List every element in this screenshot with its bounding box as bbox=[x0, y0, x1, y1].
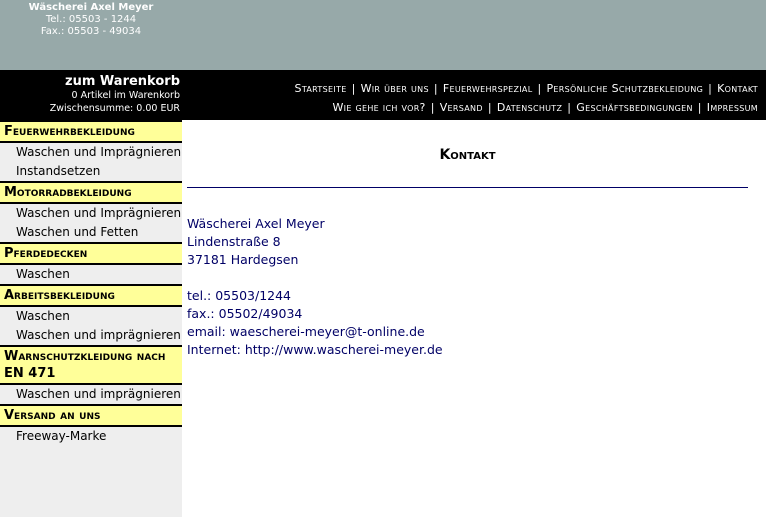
company-tel: Tel.: 05503 - 1244 bbox=[45, 14, 137, 25]
nav-separator: | bbox=[537, 82, 542, 95]
cart-items: 0 Artikel im Warenkorb bbox=[71, 90, 181, 101]
sidebar-item-waschen-impraegnieren[interactable]: Waschen und imprägnieren bbox=[0, 385, 182, 404]
contact-city: 37181 Hardegsen bbox=[187, 252, 299, 267]
contact-street: Lindenstraße 8 bbox=[187, 234, 281, 249]
sidebar-item-waschen-impraegnieren[interactable]: Waschen und imprägnieren bbox=[0, 326, 182, 345]
nav-versand[interactable]: Versand bbox=[440, 101, 483, 114]
nav-geschaeftsbedingungen[interactable]: Geschäftsbedingungen bbox=[576, 101, 692, 114]
cart-subtotal: Zwischensumme: 0.00 EUR bbox=[49, 103, 180, 114]
nav-impressum[interactable]: Impressum bbox=[707, 101, 758, 114]
nav-separator: | bbox=[697, 101, 702, 114]
nav-separator: | bbox=[430, 101, 435, 114]
category-warnschutzkleidung[interactable]: Warnschutzkleidung nach EN 471 bbox=[0, 345, 182, 385]
sidebar-item-waschen-impraegnieren[interactable]: Waschen und Imprägnieren bbox=[0, 204, 182, 223]
nav-separator: | bbox=[433, 82, 438, 95]
contact-tel: tel.: 05503/1244 bbox=[187, 288, 292, 303]
category-feuerwehrbekleidung[interactable]: Feuerwehrbekleidung bbox=[0, 120, 182, 143]
header: Wäscherei Axel Meyer Tel.: 05503 - 1244 … bbox=[0, 0, 766, 70]
category-pferdedecken[interactable]: Pferdedecken bbox=[0, 242, 182, 265]
main-content: Kontakt Wäscherei Axel Meyer Lindenstraß… bbox=[187, 120, 748, 359]
nav-datenschutz[interactable]: Datenschutz bbox=[497, 101, 562, 114]
category-versand-an-uns[interactable]: Versand an uns bbox=[0, 404, 182, 427]
category-arbeitsbekleidung[interactable]: Arbeitsbekleidung bbox=[0, 284, 182, 307]
contact-name: Wäscherei Axel Meyer bbox=[187, 216, 325, 231]
nav-separator: | bbox=[487, 101, 492, 114]
sidebar-item-waschen-fetten[interactable]: Waschen und Fetten bbox=[0, 223, 182, 242]
contact-fax: fax.: 05502/49034 bbox=[187, 306, 303, 321]
nav-separator: | bbox=[351, 82, 356, 95]
cart-box: zum Warenkorb 0 Artikel im Warenkorb Zwi… bbox=[0, 70, 182, 120]
nav-feuerwehrspezial[interactable]: Feuerwehrspezial bbox=[443, 82, 533, 95]
nav-wir-ueber-uns[interactable]: Wir über uns bbox=[361, 82, 429, 95]
nav-row-2: Wie gehe ich vor? | Versand | Datenschutz | Ge… bbox=[295, 98, 758, 117]
sidebar-item-waschen[interactable]: Waschen bbox=[0, 307, 182, 326]
nav-startseite[interactable]: Startseite bbox=[295, 82, 347, 95]
cart-link[interactable]: zum Warenkorb bbox=[0, 74, 180, 89]
contact-block: Wäscherei Axel Meyer Lindenstraße 8 3718… bbox=[187, 215, 748, 359]
company-fax: Fax.: 05503 - 49034 bbox=[40, 26, 142, 37]
contact-email: email: waescherei-meyer@t-online.de bbox=[187, 324, 425, 339]
sidebar-item-freeway-marke[interactable]: Freeway-Marke bbox=[0, 427, 182, 446]
nav-row-1: Startseite | Wir über uns | Feuerwehrspezial… bbox=[295, 79, 758, 98]
sidebar-item-waschen-impraegnieren[interactable]: Waschen und Imprägnieren bbox=[0, 143, 182, 162]
divider bbox=[187, 187, 748, 188]
sidebar-item-waschen[interactable]: Waschen bbox=[0, 265, 182, 284]
company-info: Wäscherei Axel Meyer Tel.: 05503 - 1244 … bbox=[0, 2, 182, 38]
sidebar: Feuerwehrbekleidung Waschen und Imprägni… bbox=[0, 120, 182, 517]
main-nav: Startseite | Wir über uns | Feuerwehrspezial… bbox=[295, 79, 758, 117]
nav-kontakt[interactable]: Kontakt bbox=[717, 82, 758, 95]
nav-wie-gehe-ich-vor[interactable]: Wie gehe ich vor? bbox=[333, 101, 426, 114]
nav-separator: | bbox=[567, 101, 572, 114]
company-name: Wäscherei Axel Meyer bbox=[28, 2, 154, 13]
category-motorradbekleidung[interactable]: Motorradbekleidung bbox=[0, 181, 182, 204]
page-title: Kontakt bbox=[439, 147, 496, 163]
nav-schutzbekleidung[interactable]: Persönliche Schutzbekleidung bbox=[546, 82, 703, 95]
sidebar-item-instandsetzen[interactable]: Instandsetzen bbox=[0, 162, 182, 181]
top-bar: zum Warenkorb 0 Artikel im Warenkorb Zwi… bbox=[0, 70, 766, 120]
nav-separator: | bbox=[708, 82, 713, 95]
contact-internet: Internet: http://www.wascherei-meyer.de bbox=[187, 342, 443, 357]
